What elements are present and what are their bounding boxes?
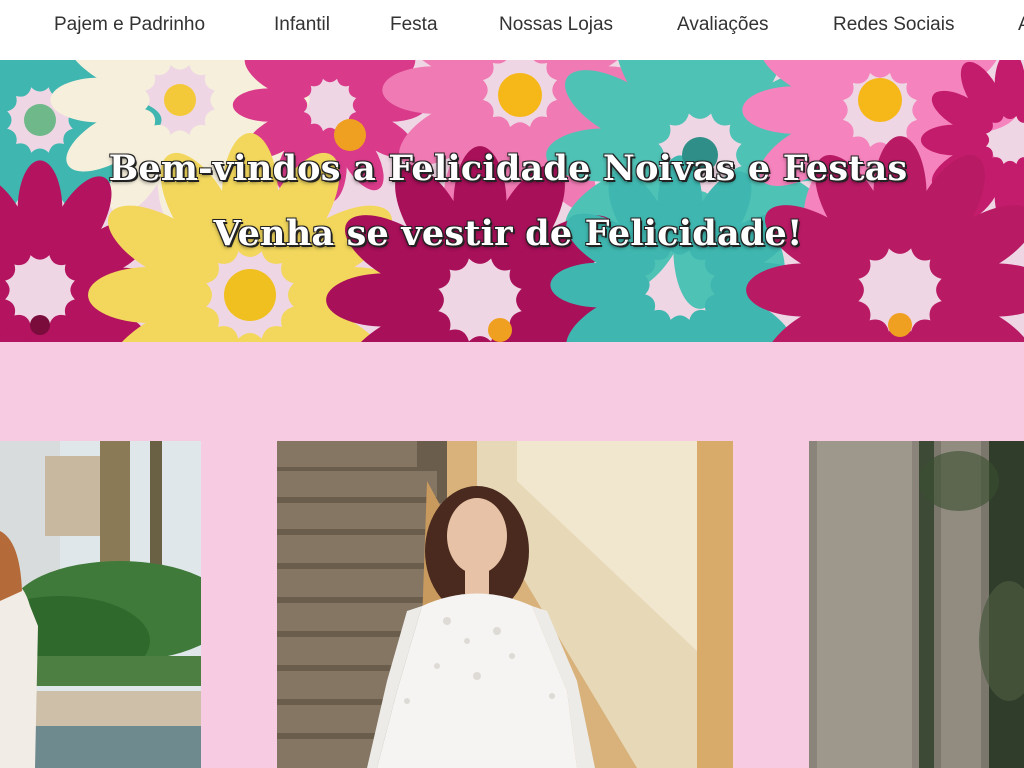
nav-item-truncated[interactable]: A (1018, 14, 1024, 36)
hero-welcome-heading: Bem-vindos a Felicidade Noivas e Festas (108, 148, 908, 189)
columns-photo-image (809, 441, 1024, 768)
hero-banner: Bem-vindos a Felicidade Noivas e Festas … (0, 60, 1024, 342)
garden-photo-image (0, 441, 201, 768)
bride-photo-columns[interactable] (809, 441, 1024, 768)
nav-item-avaliacoes[interactable]: Avaliações (677, 14, 769, 36)
nav-item-pajem-e-padrinho[interactable]: Pajem e Padrinho (54, 14, 205, 36)
top-navigation: Pajem e Padrinho Infantil Festa Nossas L… (0, 0, 1024, 60)
nav-item-nossas-lojas[interactable]: Nossas Lojas (499, 14, 613, 36)
bride-photo-garden[interactable] (0, 441, 201, 768)
staircase-photo-image (277, 441, 733, 768)
nav-item-festa[interactable]: Festa (390, 14, 438, 36)
hero-tagline: Venha se vestir de Felicidade! (213, 213, 803, 254)
paper-flowers-image (0, 60, 1024, 342)
bride-photo-staircase[interactable] (277, 441, 733, 768)
nav-item-infantil[interactable]: Infantil (274, 14, 330, 36)
nav-item-redes-sociais[interactable]: Redes Sociais (833, 14, 954, 36)
